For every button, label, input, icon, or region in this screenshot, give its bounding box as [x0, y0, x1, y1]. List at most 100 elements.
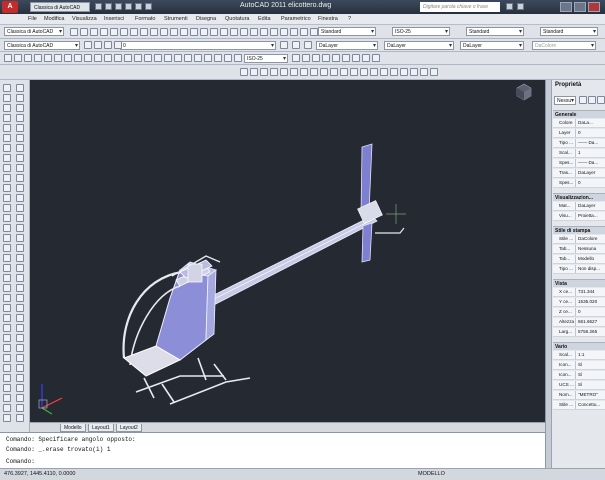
table-style-combo[interactable]: Standard — [466, 27, 524, 36]
draw-tool-26-icon[interactable] — [3, 334, 11, 342]
command-prompt[interactable]: Comando: — [6, 458, 35, 465]
draw-tool-18-icon[interactable] — [3, 254, 11, 262]
standard-tool-13-icon[interactable] — [190, 28, 198, 36]
property-row[interactable]: Stile ... Concettu... — [553, 401, 605, 410]
property-value[interactable]: Concettu... — [578, 401, 605, 409]
standard-tool-12-icon[interactable] — [180, 28, 188, 36]
layer-tool-3-icon[interactable] — [104, 41, 112, 49]
standard-tool-18-icon[interactable] — [240, 28, 248, 36]
dim-tool-1-icon[interactable] — [4, 54, 12, 62]
property-value[interactable]: 1535.020 — [578, 298, 605, 306]
dim-tool-22-icon[interactable] — [214, 54, 222, 62]
properties-section-header[interactable]: Vista — [553, 279, 605, 287]
render-tool-11-icon[interactable] — [340, 68, 348, 76]
modify-tool-28-icon[interactable] — [16, 354, 24, 362]
properties-section-header[interactable]: Stile di stampa — [553, 226, 605, 234]
draw-tool-19-icon[interactable] — [3, 264, 11, 272]
command-line[interactable]: Comando: Specificare angolo opposto: Com… — [0, 432, 545, 468]
draw-tool-3-icon[interactable] — [3, 104, 11, 112]
modify-tool-17-icon[interactable] — [16, 244, 24, 252]
render-tool-5-icon[interactable] — [280, 68, 288, 76]
draw-tool-11-icon[interactable] — [3, 184, 11, 192]
modify-tool-22-icon[interactable] — [16, 294, 24, 302]
modify-tool-18-icon[interactable] — [16, 254, 24, 262]
modify-tool-31-icon[interactable] — [16, 384, 24, 392]
menu-visualizza[interactable]: Visualizza — [72, 16, 97, 22]
modify-tool-5-icon[interactable] — [16, 124, 24, 132]
minimize-button[interactable] — [560, 2, 572, 12]
undo-icon[interactable] — [135, 3, 142, 10]
standard-tool-14-icon[interactable] — [200, 28, 208, 36]
dim-tool-26-icon[interactable] — [302, 54, 310, 62]
dim-tool-21-icon[interactable] — [204, 54, 212, 62]
modify-tool-7-icon[interactable] — [16, 144, 24, 152]
dim-tool-18-icon[interactable] — [174, 54, 182, 62]
render-tool-16-icon[interactable] — [390, 68, 398, 76]
property-value[interactable]: DaLayer — [578, 202, 605, 210]
selection-combo[interactable]: Nessu — [554, 96, 576, 105]
standard-tool-10-icon[interactable] — [160, 28, 168, 36]
property-row[interactable]: Tras... DaLayer — [553, 169, 605, 178]
draw-tool-12-icon[interactable] — [3, 194, 11, 202]
modify-tool-32-icon[interactable] — [16, 394, 24, 402]
property-value[interactable]: —— Da... — [578, 139, 605, 147]
property-row[interactable]: X ce... 731.344 — [553, 288, 605, 297]
draw-tool-1-icon[interactable] — [3, 84, 11, 92]
property-value[interactable]: 731.344 — [578, 288, 605, 296]
layer-tool-4-icon[interactable] — [114, 41, 122, 49]
toggle-pickadd-icon[interactable] — [579, 96, 587, 104]
dim-tool-20-icon[interactable] — [194, 54, 202, 62]
dim-tool-13-icon[interactable] — [124, 54, 132, 62]
redo-icon[interactable] — [145, 3, 152, 10]
property-row[interactable]: Mat... DaLayer — [553, 202, 605, 211]
standard-tool-9-icon[interactable] — [150, 28, 158, 36]
draw-tool-15-icon[interactable] — [3, 224, 11, 232]
property-row[interactable]: Nom... "METRO" — [553, 391, 605, 400]
property-value[interactable]: Sì — [578, 381, 605, 389]
modify-tool-9-icon[interactable] — [16, 164, 24, 172]
property-row[interactable]: Z ce... 0 — [553, 308, 605, 317]
maximize-button[interactable] — [574, 2, 586, 12]
standard-tool-19-icon[interactable] — [250, 28, 258, 36]
standard-tool-24-icon[interactable] — [300, 28, 308, 36]
modify-tool-16-icon[interactable] — [16, 234, 24, 242]
modify-tool-4-icon[interactable] — [16, 114, 24, 122]
standard-tool-11-icon[interactable] — [170, 28, 178, 36]
plotstyle-combo[interactable]: DaColore — [532, 41, 596, 50]
dim-tool-12-icon[interactable] — [114, 54, 122, 62]
dim-tool-29-icon[interactable] — [332, 54, 340, 62]
draw-tool-17-icon[interactable] — [3, 244, 11, 252]
standard-tool-25-icon[interactable] — [310, 28, 318, 36]
property-row[interactable]: Y ce... 1535.020 — [553, 298, 605, 307]
render-tool-20-icon[interactable] — [430, 68, 438, 76]
property-value[interactable]: Nessuna — [578, 245, 605, 253]
standard-tool-3-icon[interactable] — [90, 28, 98, 36]
property-value[interactable]: 0 — [578, 179, 605, 187]
render-tool-14-icon[interactable] — [370, 68, 378, 76]
dim-tool-9-icon[interactable] — [84, 54, 92, 62]
quick-select-icon[interactable] — [597, 96, 605, 104]
property-row[interactable]: Scal... 1:1 — [553, 351, 605, 360]
draw-tool-13-icon[interactable] — [3, 204, 11, 212]
render-tool-19-icon[interactable] — [420, 68, 428, 76]
property-row[interactable]: Layer 0 — [553, 129, 605, 138]
menu-parametrico[interactable]: Parametrico — [281, 16, 311, 22]
property-value[interactable]: 0 — [578, 308, 605, 316]
draw-tool-7-icon[interactable] — [3, 144, 11, 152]
color-combo[interactable]: DaLayer — [316, 41, 378, 50]
properties-section-header[interactable]: Vario — [553, 342, 605, 350]
standard-tool-4-icon[interactable] — [100, 28, 108, 36]
modify-tool-23-icon[interactable] — [16, 304, 24, 312]
standard-tool-16-icon[interactable] — [220, 28, 228, 36]
property-row[interactable]: Icon... Sì — [553, 371, 605, 380]
modify-tool-26-icon[interactable] — [16, 334, 24, 342]
workspace-switcher[interactable]: Classica di AutoCAD — [30, 2, 90, 12]
modify-tool-1-icon[interactable] — [16, 84, 24, 92]
dim-tool-23-icon[interactable] — [224, 54, 232, 62]
property-value[interactable]: 5756.265 — [578, 328, 605, 336]
workspace-combo-2[interactable]: Classica di AutoCAD — [4, 41, 80, 50]
dim-tool-32-icon[interactable] — [362, 54, 370, 62]
render-tool-18-icon[interactable] — [410, 68, 418, 76]
dim-tool-8-icon[interactable] — [74, 54, 82, 62]
modify-tool-25-icon[interactable] — [16, 324, 24, 332]
